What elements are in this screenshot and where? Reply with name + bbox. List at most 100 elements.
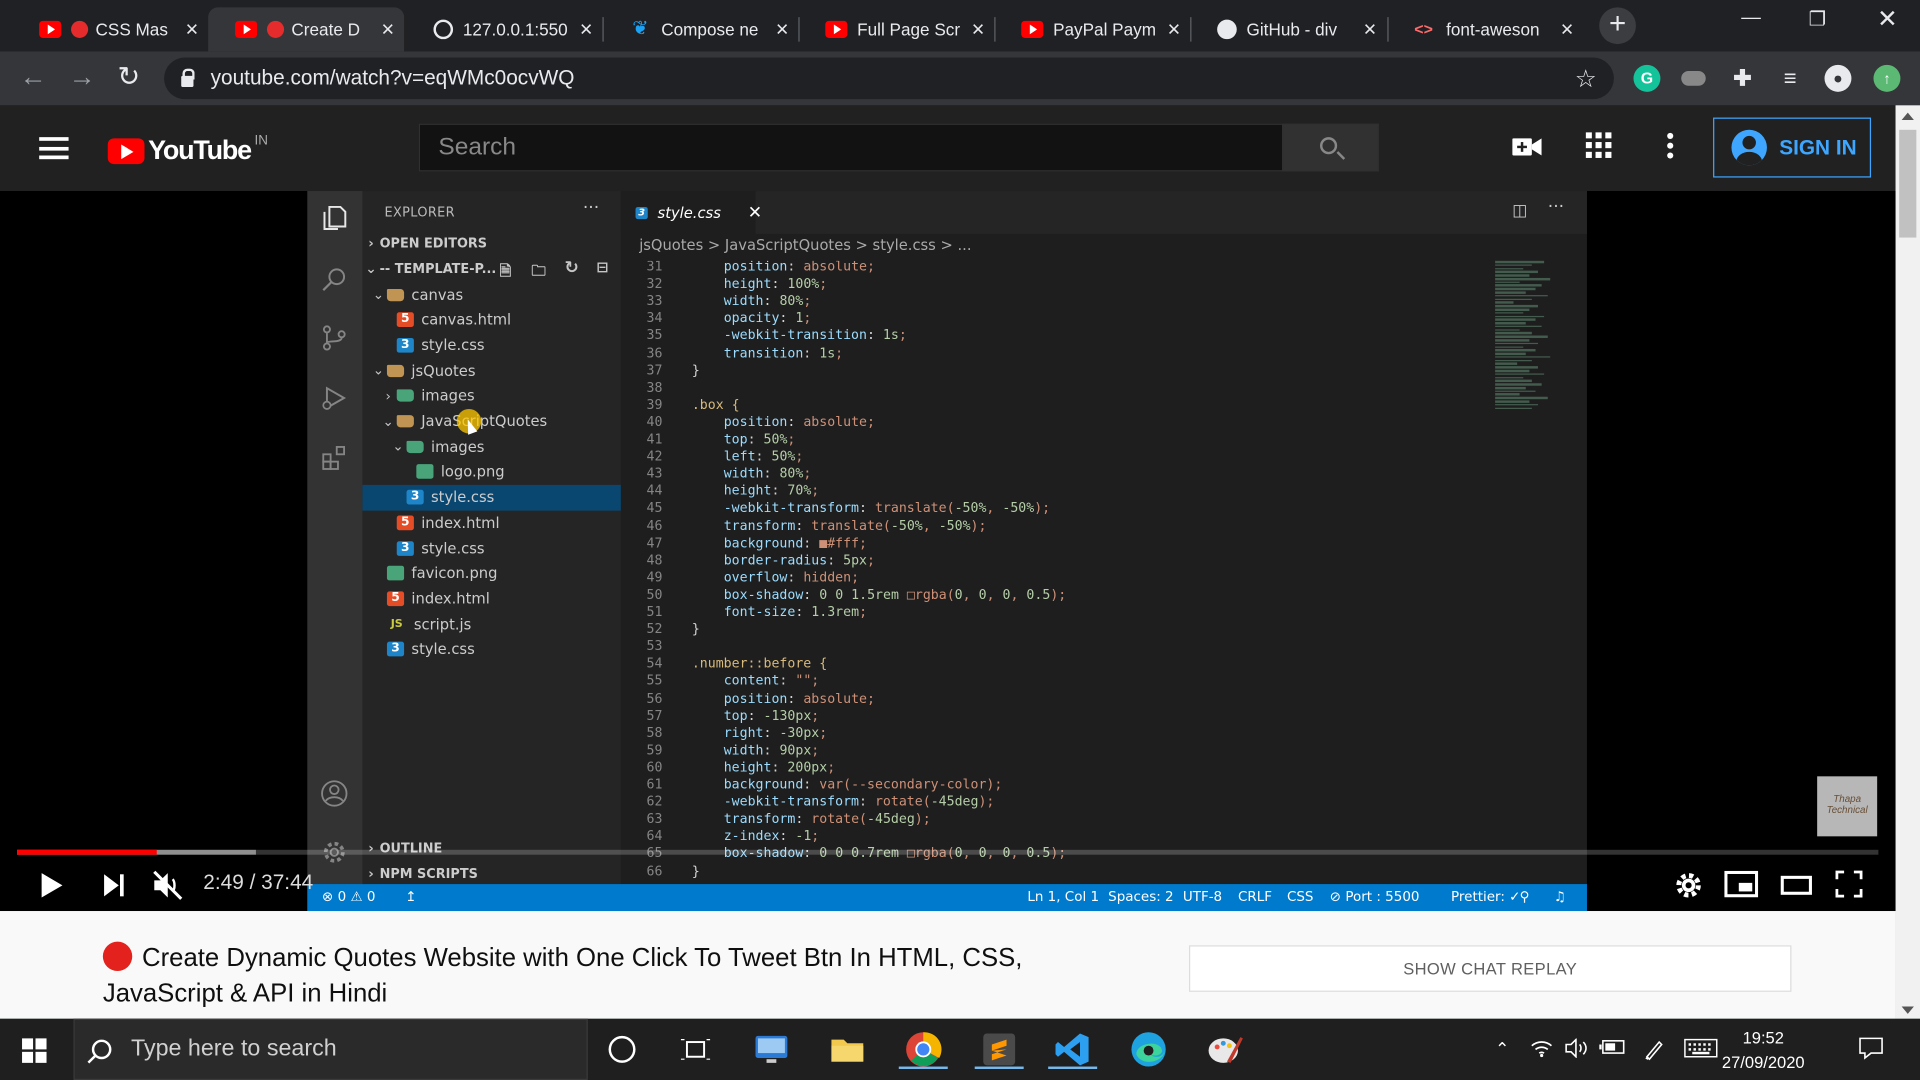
bookmark-star-icon[interactable]: ☆ [1575, 64, 1597, 95]
recording-dot-icon [266, 20, 285, 38]
file-explorer-icon[interactable] [828, 1030, 867, 1069]
show-hidden-icons-icon[interactable]: ⌃ [1495, 1038, 1509, 1059]
windows-start-icon[interactable] [22, 1038, 47, 1063]
settings-gear-icon[interactable] [1674, 871, 1703, 907]
minimap-line [1495, 284, 1542, 287]
search-input[interactable]: Search [418, 123, 1284, 172]
play-button[interactable] [39, 872, 63, 905]
close-tab-icon[interactable]: × [1168, 17, 1181, 43]
code-line: 36 transition: 1s; [621, 345, 844, 362]
edge-icon[interactable] [1129, 1030, 1168, 1069]
channel-watermark[interactable]: Thapa Technical [1817, 776, 1878, 837]
chrome-icon[interactable] [898, 1030, 948, 1069]
minimap-line [1495, 339, 1529, 342]
pen-icon[interactable] [1643, 1038, 1665, 1065]
video-player[interactable]: EXPLORER ··· › OPEN EDITORS ⌄ -- TEMPLATE-… [0, 191, 1896, 912]
profile-avatar-icon[interactable]: ● [1824, 64, 1852, 92]
restore-button[interactable]: ❐ [1809, 7, 1827, 31]
browser-tab[interactable]: GitHub - div × [1190, 7, 1386, 51]
vscode-app-icon[interactable] [1048, 1030, 1098, 1069]
scroll-up-arrow-icon[interactable] [1901, 112, 1914, 121]
taskbar-clock[interactable]: 19:52 27/09/2020 [1719, 1026, 1807, 1075]
muted-volume-icon[interactable] [152, 869, 184, 907]
settings-kebab-icon[interactable] [1667, 132, 1674, 165]
browser-tab[interactable]: CSS Mas × [12, 7, 208, 51]
battery-icon[interactable] [1599, 1038, 1626, 1060]
browser-tab-label: PayPal Paym [1053, 19, 1156, 40]
browser-tab[interactable]: <> font-aweson × [1387, 7, 1583, 51]
line-number: 64 [646, 828, 663, 845]
browser-tab[interactable]: 127.0.0.1:550 × [407, 7, 603, 51]
minimap-line [1495, 376, 1523, 379]
grammarly-extension-icon[interactable]: G [1633, 64, 1661, 92]
close-tab-icon[interactable]: × [580, 17, 593, 43]
screen: CSS Mas × Create D × 127.0.0.1:550 × ❦ Compose … [0, 0, 1920, 1080]
browser-tab[interactable]: PayPal Paym × [994, 7, 1190, 51]
omnibox[interactable]: youtube.com/watch?v=eqWMc0ocvWQ ☆ [164, 57, 1614, 100]
close-window-button[interactable]: ✕ [1877, 4, 1898, 35]
video-progress-bar[interactable] [17, 849, 1879, 855]
update-arrow-icon[interactable]: ↑ [1873, 64, 1901, 92]
search-button[interactable] [1282, 123, 1379, 172]
create-video-icon[interactable] [1512, 135, 1542, 157]
next-video-button[interactable] [103, 873, 125, 904]
puzzle-extensions-icon[interactable]: ✚ [1729, 65, 1756, 92]
minimap-line [1495, 308, 1529, 311]
close-tab-icon[interactable]: × [776, 17, 789, 43]
taskbar-search-box[interactable]: Type here to search [73, 1018, 588, 1080]
png-file-icon [416, 464, 434, 480]
code-text: width: 80%; [723, 292, 812, 309]
close-tab-icon[interactable]: × [185, 17, 198, 43]
youtube-logo[interactable]: YouTube IN [107, 133, 268, 167]
forward-button[interactable]: → [69, 61, 96, 93]
line-number: 34 [646, 310, 663, 327]
menu-hamburger-icon[interactable] [39, 137, 69, 160]
volume-icon[interactable] [1565, 1037, 1589, 1062]
sublime-text-icon[interactable] [974, 1030, 1024, 1069]
split-editor-icon: ◫ [1512, 202, 1528, 221]
fullscreen-icon[interactable] [1835, 870, 1863, 904]
video-info: Create Dynamic Quotes Website with One C… [0, 911, 1896, 1019]
miniplayer-icon[interactable] [1724, 870, 1759, 904]
page-scrollbar[interactable] [1895, 105, 1920, 1019]
line-number: 50 [646, 586, 663, 603]
paint-3d-icon[interactable] [1205, 1030, 1244, 1069]
task-view-icon[interactable] [680, 1036, 720, 1075]
cloud-extension-icon[interactable] [1681, 71, 1706, 86]
progress-played [17, 849, 157, 855]
media-control-icon[interactable]: ≡ [1777, 65, 1804, 92]
close-tab-icon[interactable]: × [972, 17, 985, 43]
tab-separator [1387, 17, 1389, 42]
browser-tab[interactable]: Create D × [208, 7, 405, 52]
minimize-button[interactable]: — [1741, 7, 1761, 29]
minimap-line [1495, 366, 1538, 369]
close-tab-icon[interactable]: × [1561, 17, 1574, 43]
apps-grid-icon[interactable] [1585, 132, 1613, 165]
close-tab-icon[interactable]: × [1363, 17, 1376, 43]
code-text: left: 50%; [723, 448, 804, 465]
notification-center-icon[interactable] [1859, 1036, 1883, 1065]
back-button[interactable]: ← [20, 61, 47, 93]
vscode-activity-bar [307, 191, 363, 912]
theater-mode-icon[interactable] [1780, 875, 1812, 902]
tree-item-label: canvas [411, 285, 464, 304]
sign-in-button[interactable]: SIGN IN [1713, 117, 1872, 178]
folder-icon [386, 364, 405, 377]
scroll-down-arrow-icon[interactable] [1901, 1006, 1914, 1014]
show-chat-replay-button[interactable]: SHOW CHAT REPLAY [1188, 945, 1792, 992]
wifi-icon[interactable] [1531, 1038, 1553, 1062]
remote-desktop-app-icon[interactable] [752, 1030, 791, 1069]
cortana-icon[interactable] [608, 1035, 636, 1063]
browser-tab[interactable]: Full Page Scr × [798, 7, 994, 51]
reload-button[interactable]: ↻ [118, 61, 141, 93]
line-number: 44 [646, 482, 663, 499]
touch-keyboard-icon[interactable] [1684, 1038, 1718, 1062]
browser-tab[interactable]: ❦ Compose ne × [602, 7, 798, 51]
scrollbar-thumb[interactable] [1899, 129, 1917, 238]
editor-tab-label: style.css [657, 203, 721, 222]
new-tab-button[interactable]: + [1599, 7, 1636, 45]
close-tab-icon[interactable]: × [381, 17, 394, 43]
minimap-line [1495, 264, 1532, 267]
code-line: 54 .number::before { [621, 655, 828, 672]
live-share-icon: ↥ [405, 888, 417, 905]
